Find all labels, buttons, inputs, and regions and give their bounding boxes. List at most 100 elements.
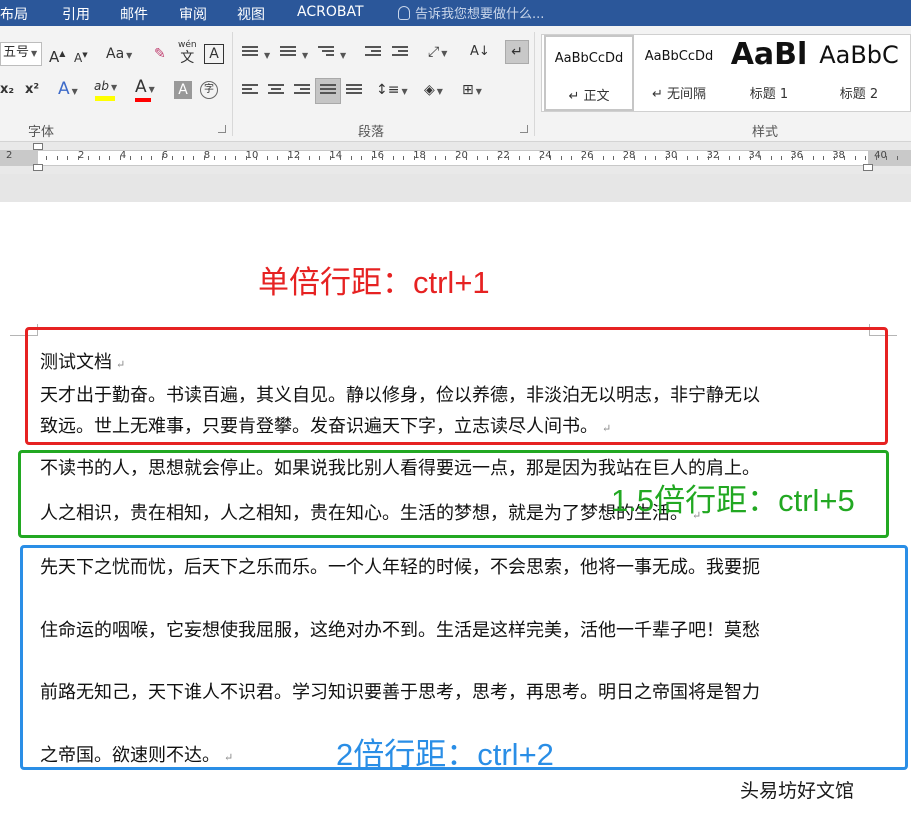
ruler-tick (256, 156, 257, 160)
ruler-tick (445, 156, 446, 160)
right-indent-marker[interactable] (863, 164, 873, 171)
change-case-button[interactable]: Aa ▼ (106, 44, 132, 66)
ruler-tick (172, 156, 173, 160)
ruler-tick (676, 156, 677, 160)
ruler-tick (78, 156, 79, 160)
style-heading-1[interactable]: AaBl 标题 1 (724, 35, 814, 111)
tab-layout[interactable]: 布局 (0, 4, 28, 24)
text-effects-button[interactable]: A ▼ (58, 79, 78, 102)
ruler-tick (561, 156, 562, 160)
first-line-indent-marker[interactable] (33, 143, 43, 150)
sort-button[interactable]: A↓ (470, 42, 490, 62)
ruler-tick (57, 156, 58, 160)
ruler-tick (309, 156, 310, 160)
one-half-spacing-annotation: 1.5倍行距：ctrl+5 (611, 483, 855, 518)
tab-references[interactable]: 引用 (62, 4, 90, 24)
ruler-tick (529, 156, 530, 160)
ruler-tick (214, 156, 215, 160)
chinese-layout-icon[interactable]: ⤢ ▼ (428, 42, 447, 64)
highlight-button[interactable]: ab ▼ (94, 76, 117, 101)
font-group-label: 字体 (28, 125, 55, 140)
ruler-tick (750, 156, 751, 160)
ruler-tick (382, 156, 383, 160)
chevron-down-icon: ▼ (340, 51, 347, 60)
font-dialog-launcher-icon[interactable] (218, 125, 226, 133)
superscript-button[interactable]: x² (25, 80, 39, 100)
ruler-tick (771, 156, 772, 160)
grow-font-button[interactable]: A▲ (49, 44, 65, 67)
justify-button[interactable] (315, 78, 341, 104)
bullets-icon[interactable] (242, 46, 258, 60)
style-no-spacing[interactable]: AaBbCcDd ↵ 无间隔 (634, 35, 724, 111)
decrease-indent-icon[interactable] (365, 46, 381, 60)
ruler-tick (456, 156, 457, 160)
ruler-tick (519, 156, 520, 160)
tab-acrobat[interactable]: ACROBAT (297, 4, 364, 20)
styles-group-label: 样式 (752, 125, 779, 140)
ruler-tick (834, 156, 835, 160)
ruler-tick (603, 156, 604, 160)
ruler-tick (435, 156, 436, 160)
ruler-tick (193, 156, 194, 160)
ruler-tick (130, 156, 131, 160)
ruler-tick (225, 156, 226, 160)
tell-me-search[interactable]: 告诉我您想要做什么... (398, 3, 544, 22)
ruler-tick (109, 156, 110, 160)
subscript-button[interactable]: x₂ (0, 80, 14, 100)
align-right-icon[interactable] (294, 84, 310, 98)
ruler-tick (508, 156, 509, 160)
shading-icon[interactable]: ◈ ▼ (424, 80, 443, 102)
tab-mailings[interactable]: 邮件 (120, 4, 148, 24)
ruler-tick (792, 156, 793, 160)
ruler-tick (361, 156, 362, 160)
menu-bar: 布局 引用 邮件 审阅 视图 ACROBAT 告诉我您想要做什么... (0, 0, 911, 26)
ruler-tick (813, 156, 814, 160)
numbering-icon[interactable] (280, 46, 296, 60)
ruler-tick (666, 156, 667, 160)
clear-format-icon[interactable]: ✎ (154, 44, 166, 64)
ruler-tick (267, 156, 268, 160)
left-indent-marker[interactable] (33, 164, 43, 171)
ruler-tick (571, 156, 572, 160)
ruler-tick (487, 156, 488, 160)
show-marks-icon[interactable]: ↵ (505, 40, 529, 64)
char-shading-button[interactable]: A (174, 81, 192, 99)
distributed-icon[interactable] (346, 84, 362, 98)
ruler-tick (277, 156, 278, 160)
enclose-char-button[interactable]: 字 (200, 81, 218, 99)
font-color-button[interactable]: A ▼ (135, 77, 155, 102)
chevron-down-icon: ▼ (302, 51, 309, 60)
ruler-tick (403, 156, 404, 160)
ruler-tick (613, 156, 614, 160)
ruler-tick (865, 156, 866, 160)
char-border-button[interactable]: A (204, 44, 224, 64)
style-normal[interactable]: AaBbCcDd ↵ 正文 (544, 35, 634, 111)
ruler-tick (120, 156, 121, 160)
tab-view[interactable]: 视图 (237, 4, 265, 24)
font-size-value: 五号 (3, 45, 30, 60)
phonetic-guide-button[interactable]: wén 文 (178, 40, 197, 66)
ruler-tick (99, 156, 100, 160)
single-spacing-frame (25, 327, 888, 445)
multilevel-list-icon[interactable] (318, 46, 334, 60)
shrink-font-button[interactable]: A▼ (74, 45, 88, 68)
ruler-tick (151, 156, 152, 160)
line-spacing-button[interactable]: ↕≡ ▼ (376, 80, 408, 102)
ruler-tick (708, 156, 709, 160)
ruler-tick (592, 156, 593, 160)
ruler-tick (67, 156, 68, 160)
ruler-tick (393, 156, 394, 160)
tab-review[interactable]: 审阅 (179, 4, 207, 24)
paragraph-dialog-launcher-icon[interactable] (520, 125, 528, 133)
horizontal-ruler[interactable]: 2 2 4 6 8 10 12 14 16 18 20 22 24 26 28 30 32 34 36 38 40 (0, 142, 911, 174)
font-size-select[interactable]: 五号 ▼ (0, 42, 42, 66)
style-heading-2[interactable]: AaBbC 标题 2 (814, 35, 904, 111)
ruler-tick (183, 156, 184, 160)
align-center-icon[interactable] (268, 84, 284, 98)
borders-icon[interactable]: ⊞ ▼ (462, 80, 482, 102)
increase-indent-icon[interactable] (392, 46, 408, 60)
ruler-tick (330, 156, 331, 160)
ruler-tick (634, 156, 635, 160)
ruler-tick (655, 156, 656, 160)
align-left-icon[interactable] (242, 84, 258, 98)
